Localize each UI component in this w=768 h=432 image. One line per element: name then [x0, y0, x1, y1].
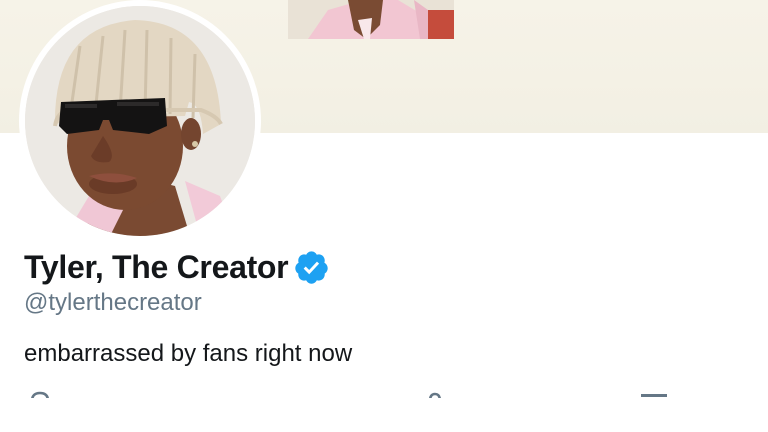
profile-bio: embarrassed by fans right now [24, 340, 353, 367]
avatar[interactable] [25, 6, 255, 236]
profile-page: Tyler, The Creator @tylerthecreator emba… [0, 0, 768, 432]
verified-badge-icon [293, 249, 330, 286]
profile-handle: @tylerthecreator [24, 289, 202, 316]
calendar-icon [640, 388, 668, 398]
location-pin-icon [28, 388, 56, 398]
display-name: Tyler, The Creator [24, 248, 289, 285]
name-row: Tyler, The Creator [24, 247, 330, 287]
banner-photo [288, 0, 454, 39]
avatar-border [19, 0, 261, 242]
link-icon [424, 388, 452, 398]
